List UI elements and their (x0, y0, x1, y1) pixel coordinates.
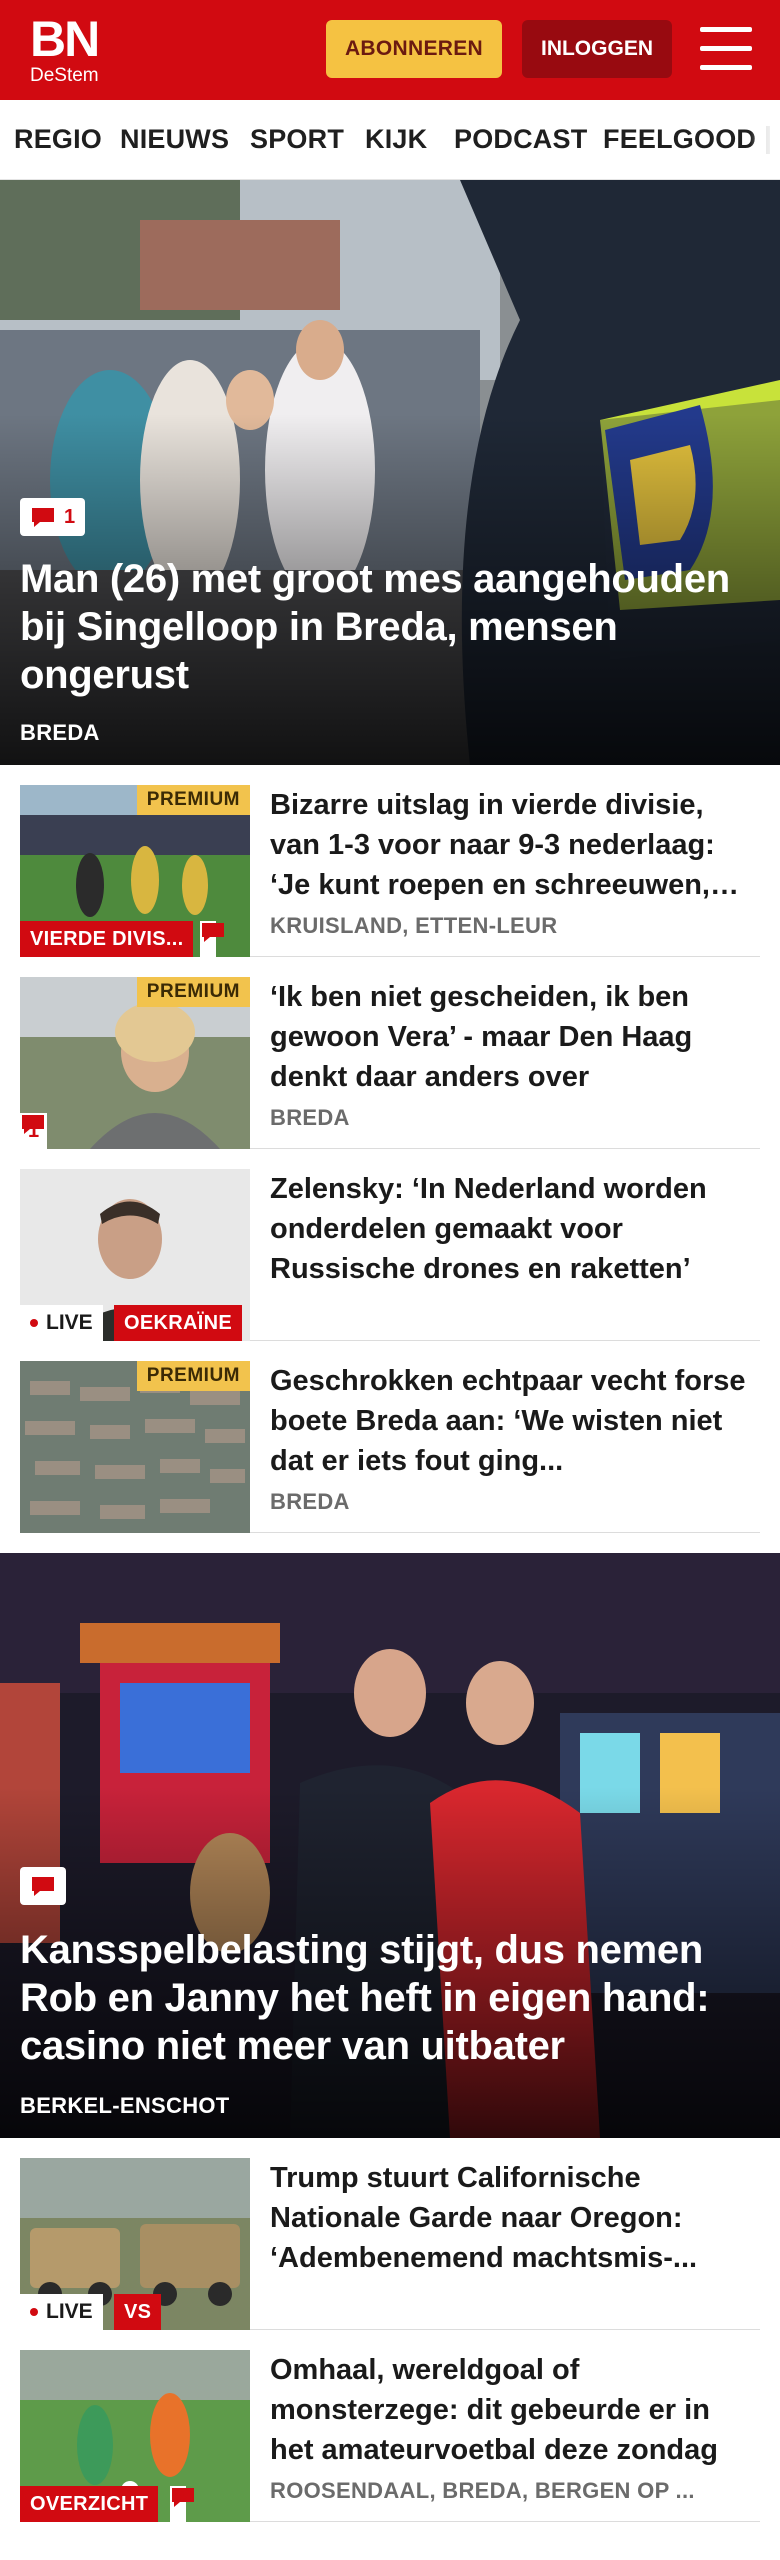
nav-item-podcast[interactable]: PODCAST (454, 124, 587, 155)
list-item[interactable]: PREMIUM Geschrokken echtpaar vecht forse… (20, 1361, 760, 1533)
article-title[interactable]: Geschrokken echtpaar vecht forse boete B… (270, 1361, 760, 1481)
live-badge[interactable]: LIVE (20, 2294, 103, 2330)
live-dot-icon (30, 1319, 38, 1327)
comment-count: 1 (64, 505, 76, 528)
premium-badge: PREMIUM (136, 1361, 250, 1391)
list-item[interactable]: OVERZICHT Omhaal, wereldgoal of monsterz… (20, 2350, 760, 2522)
live-dot-icon (30, 2308, 38, 2316)
comment-icon (32, 1877, 54, 1896)
premium-badge: PREMIUM (136, 785, 250, 815)
nav-item-feelgood[interactable]: FEELGOOD (603, 124, 756, 155)
article-location: KRUISLAND, ETTEN-LEUR (270, 913, 558, 938)
hero-location-tag: BERKEL-ENSCHOT (20, 2093, 230, 2118)
article-thumbnail: OVERZICHT (20, 2350, 250, 2522)
category-label[interactable]: VIERDE DIVIS... (20, 921, 194, 957)
logo-sub: DeStem (30, 65, 99, 86)
nav-item-regio[interactable]: REGIO (14, 124, 102, 155)
subscribe-button[interactable]: ABONNEREN (326, 20, 502, 78)
live-badge[interactable]: LIVE (20, 1305, 103, 1341)
comment-icon (202, 923, 224, 942)
comment-badge[interactable] (200, 921, 224, 957)
article-location: ROOSENDAAL, BREDA, BERGEN OP ... (270, 2478, 695, 2503)
article-thumbnail: PREMIUM 1 (20, 977, 250, 1149)
comment-icon (172, 2488, 194, 2507)
list-item[interactable]: LIVE OEKRAÏNE Zelensky: ‘In Nederland wo… (20, 1169, 760, 1341)
comment-count-badge[interactable]: 1 (20, 498, 86, 536)
comment-icon (32, 508, 54, 527)
article-location: BREDA (270, 1489, 350, 1514)
category-label[interactable]: VS (114, 2294, 162, 2330)
article-title[interactable]: Bizarre uitslag in vierde divisie, van 1… (270, 785, 760, 905)
category-label[interactable]: OVERZICHT (20, 2486, 159, 2522)
article-thumbnail: LIVE OEKRAÏNE (20, 1169, 250, 1341)
article-thumbnail: PREMIUM VIERDE DIVIS... (20, 785, 250, 957)
list-item[interactable]: PREMIUM VIERDE DIVIS... Bizarre uitslag … (20, 785, 760, 957)
live-label: LIVE (46, 2300, 93, 2323)
section-nav: REGIO NIEUWS SPORT KIJK PODCAST FEELGOOD (0, 100, 780, 180)
live-label: LIVE (46, 1311, 93, 1334)
comment-badge[interactable] (20, 1867, 66, 1905)
site-header: BN DeStem ABONNEREN INLOGGEN (0, 0, 780, 100)
hero-title[interactable]: Man (26) met groot mes aangehouden bij S… (20, 555, 756, 699)
list-item[interactable]: PREMIUM 1 ‘Ik ben niet gescheiden, ik be… (20, 977, 760, 1149)
logo-main: BN (30, 11, 100, 67)
nav-item-nieuws[interactable]: NIEUWS (120, 124, 229, 155)
login-button[interactable]: INLOGGEN (522, 20, 672, 78)
site-logo[interactable]: BN DeStem (30, 14, 112, 86)
article-thumbnail: LIVE VS (20, 2158, 250, 2330)
nav-item-sport[interactable]: SPORT (250, 124, 344, 155)
hero-location-tag: BREDA (20, 720, 100, 745)
hero-article-casino[interactable]: Kansspelbelasting stijgt, dus nemen Rob … (0, 1553, 780, 2138)
list-item[interactable]: LIVE VS Trump stuurt Californische Natio… (20, 2158, 760, 2330)
article-location: BREDA (270, 1105, 350, 1130)
hero-title[interactable]: Kansspelbelasting stijgt, dus nemen Rob … (20, 1926, 756, 2070)
category-label[interactable]: OEKRAÏNE (114, 1305, 242, 1341)
hamburger-menu-icon[interactable] (700, 27, 752, 71)
comment-icon (22, 1115, 44, 1134)
nav-item-kijk[interactable]: KIJK (365, 124, 427, 155)
premium-badge: PREMIUM (136, 977, 250, 1007)
article-title[interactable]: Omhaal, wereldgoal of monsterzege: dit g… (270, 2350, 760, 2470)
article-thumbnail: PREMIUM (20, 1361, 250, 1533)
article-title[interactable]: ‘Ik ben niet gescheiden, ik ben gewoon V… (270, 977, 760, 1097)
comment-badge[interactable]: 1 (20, 1113, 48, 1149)
hero-article-singelloop[interactable]: 1 Man (26) met groot mes aangehouden bij… (0, 180, 780, 765)
article-title[interactable]: Trump stuurt Californische Nationale Gar… (270, 2158, 760, 2278)
comment-badge[interactable] (170, 2486, 194, 2522)
article-title[interactable]: Zelensky: ‘In Nederland worden onderdele… (270, 1169, 760, 1289)
